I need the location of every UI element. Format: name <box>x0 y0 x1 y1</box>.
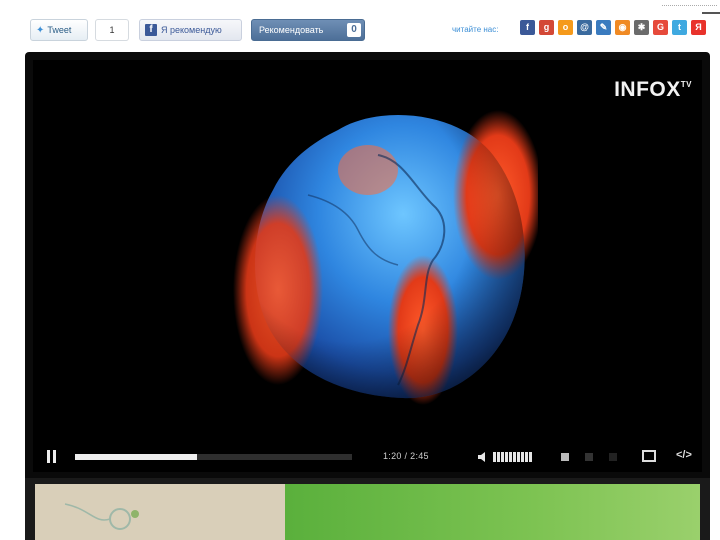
time-current: 1:20 <box>383 451 402 461</box>
tweet-label: Tweet <box>47 25 72 35</box>
vk-count-badge: 0 <box>347 23 361 37</box>
seek-bar[interactable] <box>75 454 352 460</box>
google-icon[interactable]: G <box>653 20 668 35</box>
logo-text: INFOX <box>614 78 681 101</box>
geoid-globe-image <box>233 110 538 405</box>
facebook-recommend-button[interactable]: f Я рекомендую <box>139 19 242 41</box>
odnoklassniki-icon[interactable]: о <box>558 20 573 35</box>
tweet-button[interactable]: ✦ Tweet <box>30 19 88 41</box>
quality-dot-2[interactable] <box>585 453 593 461</box>
seek-bar-fill <box>75 454 197 460</box>
livejournal-icon[interactable]: ✎ <box>596 20 611 35</box>
next-video-thumbnail[interactable] <box>35 484 700 540</box>
video-player: INFOXTV 1:20 / 2:45 </> <box>25 52 710 482</box>
facebook-icon: f <box>145 24 157 36</box>
tweet-count: 1 <box>95 19 129 41</box>
blogger-icon[interactable]: ✱ <box>634 20 649 35</box>
yandex-icon[interactable]: Я <box>691 20 706 35</box>
thumbnail-right-panel <box>285 484 700 540</box>
logo-suffix: TV <box>680 80 692 89</box>
corner-decoration <box>702 2 720 14</box>
player-controls: 1:20 / 2:45 </> <box>33 442 702 472</box>
quality-dot-1[interactable] <box>561 453 569 461</box>
twitter-bird-icon: ✦ <box>36 24 45 36</box>
quality-dot-3[interactable] <box>609 453 617 461</box>
time-total: 2:45 <box>410 451 429 461</box>
pause-button[interactable] <box>47 450 57 463</box>
time-display: 1:20 / 2:45 <box>383 451 429 461</box>
thumbnail-diagram-icon <box>64 503 139 530</box>
thumbnail-left-panel <box>35 484 285 540</box>
video-frame[interactable]: INFOXTV <box>33 60 702 442</box>
infox-logo: INFOXTV <box>614 78 692 102</box>
vk-recommend-button[interactable]: Рекомендовать 0 <box>251 19 365 41</box>
share-bar: ✦ Tweet 1 f Я рекомендую Рекомендовать 0… <box>0 0 720 52</box>
moi-mir-icon[interactable]: @ <box>577 20 592 35</box>
follow-us-label: читайте нас: <box>452 25 499 34</box>
volume-icon[interactable] <box>477 451 489 463</box>
facebook-recommend-label: Я рекомендую <box>161 25 222 35</box>
volume-slider[interactable] <box>493 452 532 462</box>
fullscreen-button[interactable] <box>642 450 656 462</box>
embed-code-icon[interactable]: </> <box>676 449 692 461</box>
google-plus-icon[interactable]: g <box>539 20 554 35</box>
twitter-icon[interactable]: t <box>672 20 687 35</box>
vk-recommend-label: Рекомендовать <box>259 25 324 35</box>
facebook-icon[interactable]: f <box>520 20 535 35</box>
rss-icon[interactable]: ◉ <box>615 20 630 35</box>
